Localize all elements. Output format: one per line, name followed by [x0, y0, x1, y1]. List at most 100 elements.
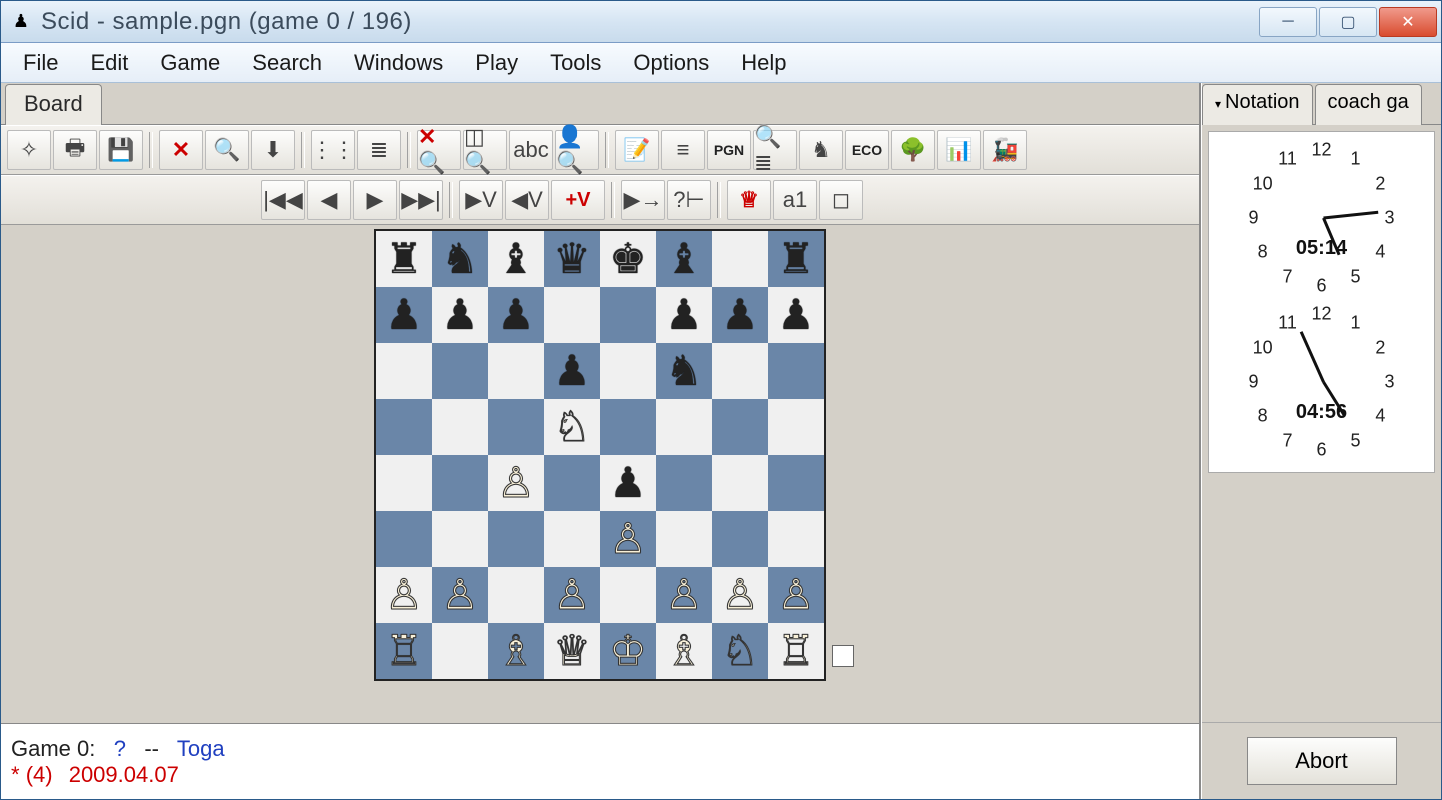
piece-black-p[interactable]: ♟ — [721, 294, 759, 336]
square-b7[interactable]: ♟ — [432, 287, 488, 343]
piece-black-p[interactable]: ♟ — [553, 350, 591, 392]
square-g1[interactable]: ♘ — [712, 623, 768, 679]
nav-back-button[interactable]: ◀ — [307, 180, 351, 220]
piece-black-p[interactable]: ♟ — [777, 294, 815, 336]
piece-white-p[interactable]: ♙ — [441, 574, 479, 616]
menu-tools[interactable]: Tools — [534, 46, 617, 80]
material-toggle-button[interactable]: ◻ — [819, 180, 863, 220]
tab-coach[interactable]: coach ga — [1315, 84, 1422, 125]
square-e2[interactable] — [600, 567, 656, 623]
piece-white-n[interactable]: ♘ — [721, 630, 759, 672]
square-a8[interactable]: ♜ — [376, 231, 432, 287]
book-button[interactable]: ♕ — [727, 180, 771, 220]
piece-white-b[interactable]: ♗ — [665, 630, 703, 672]
square-e1[interactable]: ♔ — [600, 623, 656, 679]
header-search-button[interactable]: abc — [509, 130, 553, 170]
piece-white-p[interactable]: ♙ — [721, 574, 759, 616]
square-h4[interactable] — [768, 455, 824, 511]
crosstable-button[interactable]: ♞ — [799, 130, 843, 170]
square-a2[interactable]: ♙ — [376, 567, 432, 623]
variation-add-button[interactable]: +V — [551, 180, 605, 220]
square-e4[interactable]: ♟ — [600, 455, 656, 511]
square-b2[interactable]: ♙ — [432, 567, 488, 623]
square-e3[interactable]: ♙ — [600, 511, 656, 567]
variation-enter-button[interactable]: ▶V — [459, 180, 503, 220]
square-g6[interactable] — [712, 343, 768, 399]
help-analysis-button[interactable]: ?⊢ — [667, 180, 711, 220]
menu-file[interactable]: File — [7, 46, 74, 80]
square-g4[interactable] — [712, 455, 768, 511]
piece-white-p[interactable]: ♙ — [497, 462, 535, 504]
nav-forward-button[interactable]: ▶ — [353, 180, 397, 220]
status-black-player[interactable]: Toga — [177, 736, 225, 761]
piece-black-k[interactable]: ♚ — [609, 238, 647, 280]
square-f6[interactable]: ♞ — [656, 343, 712, 399]
menu-edit[interactable]: Edit — [74, 46, 144, 80]
setup-board-button[interactable]: ⋮⋮ — [311, 130, 355, 170]
import-button[interactable]: ⬇ — [251, 130, 295, 170]
square-a1[interactable]: ♖ — [376, 623, 432, 679]
comment-editor-button[interactable]: 📝 — [615, 130, 659, 170]
piece-black-p[interactable]: ♟ — [665, 294, 703, 336]
piece-black-p[interactable]: ♟ — [497, 294, 535, 336]
chessboard[interactable]: ♜♞♝♛♚♝♜♟♟♟♟♟♟♟♞♘♙♟♙♙♙♙♙♙♙♖♗♕♔♗♘♖ — [374, 229, 826, 681]
square-c5[interactable] — [488, 399, 544, 455]
square-c7[interactable]: ♟ — [488, 287, 544, 343]
abort-button[interactable]: Abort — [1247, 737, 1397, 785]
square-f2[interactable]: ♙ — [656, 567, 712, 623]
piece-white-p[interactable]: ♙ — [609, 518, 647, 560]
square-f3[interactable] — [656, 511, 712, 567]
piece-black-r[interactable]: ♜ — [777, 238, 815, 280]
piece-white-q[interactable]: ♕ — [553, 630, 591, 672]
square-c8[interactable]: ♝ — [488, 231, 544, 287]
square-d1[interactable]: ♕ — [544, 623, 600, 679]
square-b8[interactable]: ♞ — [432, 231, 488, 287]
square-h7[interactable]: ♟ — [768, 287, 824, 343]
tab-notation[interactable]: ▾Notation — [1202, 84, 1313, 125]
piece-black-q[interactable]: ♛ — [553, 238, 591, 280]
piece-white-p[interactable]: ♙ — [777, 574, 815, 616]
stats-window-button[interactable]: 📊 — [937, 130, 981, 170]
minimize-button[interactable]: ─ — [1259, 7, 1317, 37]
menu-help[interactable]: Help — [725, 46, 802, 80]
tournament-finder-button[interactable]: 🔍≣ — [753, 130, 797, 170]
square-g8[interactable] — [712, 231, 768, 287]
piece-white-p[interactable]: ♙ — [665, 574, 703, 616]
menu-search[interactable]: Search — [236, 46, 338, 80]
square-c3[interactable] — [488, 511, 544, 567]
square-f4[interactable] — [656, 455, 712, 511]
square-b3[interactable] — [432, 511, 488, 567]
player-search-button[interactable]: 👤🔍 — [555, 130, 599, 170]
autoplay-button[interactable]: ▶→ — [621, 180, 665, 220]
piece-black-r[interactable]: ♜ — [385, 238, 423, 280]
square-e6[interactable] — [600, 343, 656, 399]
menu-options[interactable]: Options — [617, 46, 725, 80]
square-b4[interactable] — [432, 455, 488, 511]
coords-toggle-button[interactable]: a1 — [773, 180, 817, 220]
eco-browser-button[interactable]: ECO — [845, 130, 889, 170]
maximize-button[interactable]: ▢ — [1319, 7, 1377, 37]
square-h3[interactable] — [768, 511, 824, 567]
print-button[interactable]: 🖶 — [53, 130, 97, 170]
piece-black-n[interactable]: ♞ — [665, 350, 703, 392]
piece-black-b[interactable]: ♝ — [665, 238, 703, 280]
square-g3[interactable] — [712, 511, 768, 567]
piece-black-b[interactable]: ♝ — [497, 238, 535, 280]
square-e7[interactable] — [600, 287, 656, 343]
square-h5[interactable] — [768, 399, 824, 455]
tab-board[interactable]: Board — [5, 84, 102, 125]
square-a3[interactable] — [376, 511, 432, 567]
status-white-player[interactable]: ? — [114, 736, 126, 761]
square-b6[interactable] — [432, 343, 488, 399]
square-a4[interactable] — [376, 455, 432, 511]
engine-button[interactable]: 🚂 — [983, 130, 1027, 170]
square-c4[interactable]: ♙ — [488, 455, 544, 511]
square-d4[interactable] — [544, 455, 600, 511]
close-button[interactable]: ✕ — [1379, 7, 1437, 37]
piece-white-p[interactable]: ♙ — [385, 574, 423, 616]
square-g5[interactable] — [712, 399, 768, 455]
search-game-button[interactable]: 🔍 — [205, 130, 249, 170]
square-d2[interactable]: ♙ — [544, 567, 600, 623]
piece-black-p[interactable]: ♟ — [385, 294, 423, 336]
menu-play[interactable]: Play — [459, 46, 534, 80]
